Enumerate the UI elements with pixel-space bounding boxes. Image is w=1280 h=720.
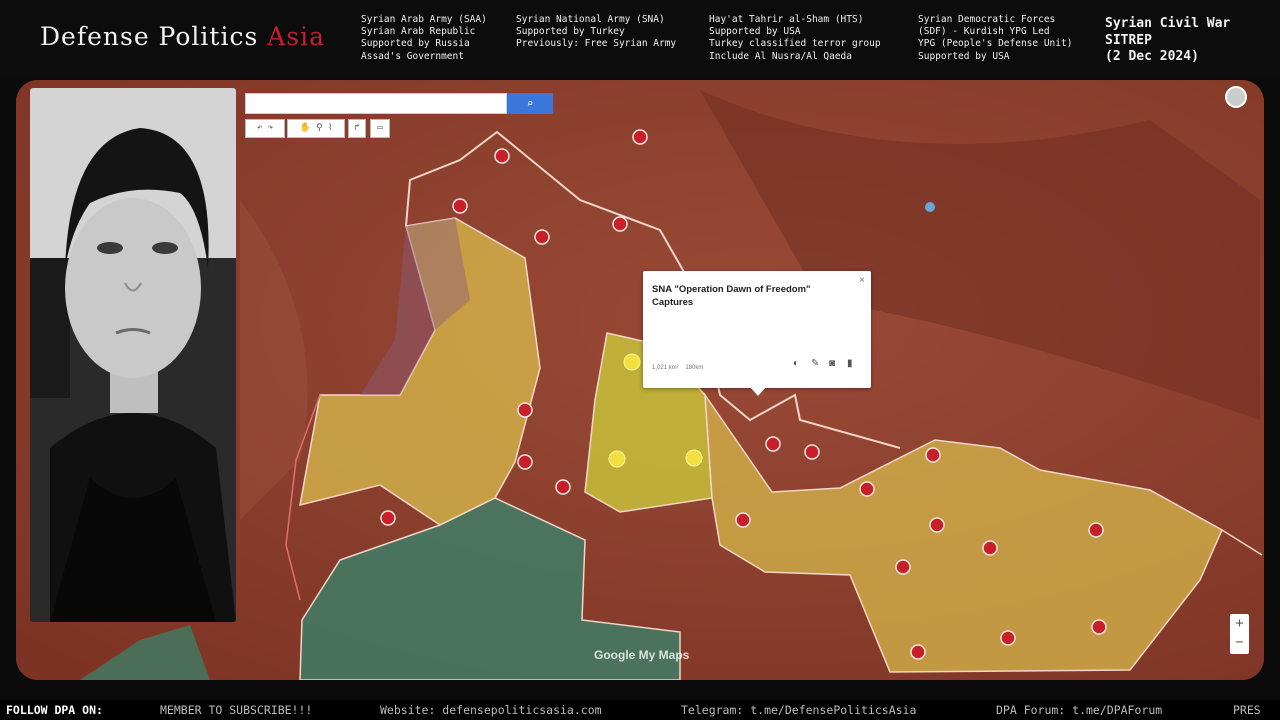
feature-info-popup[interactable]: × SNA "Operation Dawn of Freedom" Captur… xyxy=(643,271,871,388)
battle-marker-icon[interactable] xyxy=(735,512,751,528)
user-avatar[interactable] xyxy=(1225,86,1247,108)
sitrep-date: (2 Dec 2024) xyxy=(1105,49,1199,64)
zoom-control[interactable]: + − xyxy=(1230,614,1249,654)
directions-tool[interactable]: ↱ xyxy=(348,119,366,138)
legend-sdf-line: Syrian Democratic Forces xyxy=(918,14,1056,25)
search-icon: ⌕ xyxy=(526,97,534,110)
location-pin-icon[interactable] xyxy=(925,202,935,212)
edit-icon[interactable]: ✎ xyxy=(811,358,819,369)
legend-hts-line: Turkey classified terror group xyxy=(709,38,881,50)
ticker-item: PRES xyxy=(1233,703,1261,717)
legend-sdf: Syrian Democratic Forces (SDF) - Kurdish… xyxy=(918,14,1072,63)
battle-marker-icon[interactable] xyxy=(1088,522,1104,538)
marker-icon: ⚲ xyxy=(316,123,323,133)
battle-marker-icon[interactable] xyxy=(765,436,781,452)
presenter-webcam xyxy=(30,88,236,622)
zoom-in-button[interactable]: + xyxy=(1230,614,1249,633)
battle-marker-icon[interactable] xyxy=(1091,619,1107,635)
legend-hts-line: Include Al Nusra/Al Qaeda xyxy=(709,50,852,62)
delete-icon[interactable]: ▮ xyxy=(847,358,853,369)
legend-sna-line: Syrian National Army (SNA) xyxy=(516,14,665,25)
style-icon[interactable]: ◐ xyxy=(793,358,799,369)
ruler-icon: ▭ xyxy=(377,123,383,133)
map-attribution: Google My Maps xyxy=(594,648,690,662)
ticker-item: Website: defensepoliticsasia.com xyxy=(380,703,602,717)
battle-marker-icon[interactable] xyxy=(517,402,533,418)
perimeter-value: 180km xyxy=(685,365,704,371)
map-search-input[interactable] xyxy=(245,93,507,114)
battle-marker-icon[interactable] xyxy=(517,454,533,470)
legend-saa: Syrian Arab Army (SAA) Syrian Arab Repub… xyxy=(361,14,487,63)
area-value: 1,021 km² xyxy=(652,365,679,371)
battle-marker-icon[interactable] xyxy=(452,198,468,214)
ticker-item: Telegram: t.me/DefensePoliticsAsia xyxy=(681,703,917,717)
legend-saa-line: Syrian Arab Republic xyxy=(361,26,476,38)
presenter-video xyxy=(30,88,236,622)
battle-marker-icon[interactable] xyxy=(982,540,998,556)
popup-title: SNA "Operation Dawn of Freedom" Captures xyxy=(652,284,811,308)
legend-sdf-line: YPG (People's Defense Unit) xyxy=(918,38,1073,50)
hand-icon: ✋ xyxy=(299,123,311,133)
battle-marker-icon[interactable] xyxy=(1000,630,1016,646)
legend-saa-line: Assad's Government xyxy=(361,50,464,62)
battle-marker-icon[interactable] xyxy=(494,148,510,164)
battle-marker-icon[interactable] xyxy=(895,559,911,575)
bottom-ticker: FOLLOW DPA ON: MEMBER TO SUBSCRIBE!!! We… xyxy=(0,700,1280,720)
header-bar: Defense Politics Asia Syrian Arab Army (… xyxy=(0,0,1280,78)
battle-marker-icon[interactable] xyxy=(612,216,628,232)
sitrep-title: Syrian Civil War SITREP (2 Dec 2024) xyxy=(1105,16,1230,66)
capture-marker-icon[interactable] xyxy=(685,449,703,467)
ticker-item: DPA Forum: t.me/DPAForum xyxy=(996,703,1163,717)
battle-marker-icon[interactable] xyxy=(555,479,571,495)
legend-sna-line: Previously: Free Syrian Army xyxy=(516,38,677,50)
capture-marker-icon[interactable] xyxy=(623,353,641,371)
map-tools-group[interactable]: ✋ ⚲ ⌇ xyxy=(287,119,345,138)
logo-main-text: Defense Politics xyxy=(40,22,259,51)
close-icon[interactable]: × xyxy=(859,275,865,286)
sitrep-line: Syrian Civil War xyxy=(1105,16,1231,31)
ticker-follow-label: FOLLOW DPA ON: xyxy=(6,703,103,717)
legend-sdf-line: (SDF) - Kurdish YPG Led xyxy=(918,26,1050,38)
map-search-button[interactable]: ⌕ xyxy=(507,93,553,114)
legend-hts-line: Supported by USA xyxy=(709,26,801,38)
sitrep-line: SITREP xyxy=(1105,32,1152,48)
popup-pointer xyxy=(750,387,766,396)
logo-accent-text: Asia xyxy=(267,22,326,51)
ruler-tool[interactable]: ▭ xyxy=(370,119,390,138)
battle-marker-icon[interactable] xyxy=(929,517,945,533)
battle-marker-icon[interactable] xyxy=(804,444,820,460)
undo-redo-tool[interactable]: ↶ ↷ xyxy=(245,119,285,138)
legend-saa-line: Supported by Russia xyxy=(361,38,470,50)
undo-icon: ↶ ↷ xyxy=(256,123,274,133)
legend-saa-line: Syrian Arab Army (SAA) xyxy=(361,14,487,25)
line-icon: ⌇ xyxy=(328,123,333,133)
battle-marker-icon[interactable] xyxy=(380,510,396,526)
legend-sna: Syrian National Army (SNA) Supported by … xyxy=(516,14,676,51)
battle-marker-icon[interactable] xyxy=(925,447,941,463)
capture-marker-icon[interactable] xyxy=(608,450,626,468)
battle-marker-icon[interactable] xyxy=(859,481,875,497)
battle-marker-icon[interactable] xyxy=(910,644,926,660)
zoom-out-button[interactable]: − xyxy=(1230,633,1249,652)
legend-hts-line: Hay'at Tahrir al-Sham (HTS) xyxy=(709,14,864,25)
legend-sdf-line: Supported by USA xyxy=(918,50,1010,62)
popup-measurements: 1,021 km² 180km xyxy=(652,365,703,371)
camera-icon[interactable]: ◙ xyxy=(829,358,835,369)
battle-marker-icon[interactable] xyxy=(632,129,648,145)
battle-marker-icon[interactable] xyxy=(534,229,550,245)
directions-icon: ↱ xyxy=(354,123,360,133)
ticker-item: MEMBER TO SUBSCRIBE!!! xyxy=(160,703,313,717)
channel-logo: Defense Politics Asia xyxy=(40,22,325,51)
legend-hts: Hay'at Tahrir al-Sham (HTS) Supported by… xyxy=(709,14,881,63)
legend-sna-line: Supported by Turkey xyxy=(516,26,625,38)
